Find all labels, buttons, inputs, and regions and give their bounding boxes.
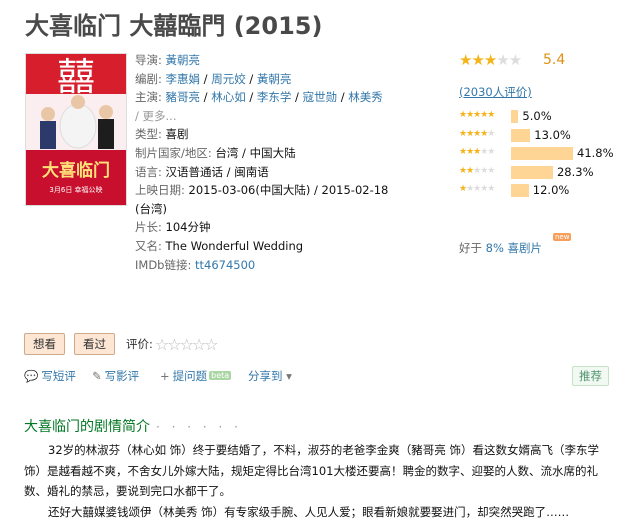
cast-link[interactable]: 豬哥亮 xyxy=(166,90,201,104)
breakdown-bar xyxy=(511,128,531,142)
want-to-watch-button[interactable]: 想看 xyxy=(24,333,65,355)
beta-badge: beta xyxy=(209,371,232,380)
synopsis-paragraph: 还好大囍媒婆钱颂伊（林美秀 饰）有专家级手腕、人见人爱；眼看新娘就要娶进门，却突… xyxy=(48,504,570,519)
language-value: 汉语普通话 / 闽南语 xyxy=(165,164,269,179)
rating-count-link[interactable]: (2030人评价) xyxy=(459,84,532,100)
movie-poster[interactable]: 囍 大喜临门 3月6日 幸福公映 xyxy=(25,53,127,206)
cast-link[interactable]: 林心如 xyxy=(211,90,246,104)
genre-row: 类型: 喜剧 xyxy=(135,127,189,142)
recommend-button[interactable]: 推荐 xyxy=(572,366,609,386)
cast-link[interactable]: 寇世勋 xyxy=(303,90,338,104)
runtime-value: 104分钟 xyxy=(165,220,211,235)
writer-link[interactable]: 黃朝亮 xyxy=(257,72,292,86)
breakdown-stars: ★★★★★ xyxy=(459,165,495,176)
genre-value: 喜剧 xyxy=(165,127,189,142)
rating-breakdown-row: ★★★★★ 41.8% xyxy=(459,145,627,163)
rate-stars-input[interactable]: ☆☆☆☆☆ xyxy=(155,335,219,354)
breakdown-percent: 5.0% xyxy=(522,109,552,123)
director-link[interactable]: 黃朝亮 xyxy=(166,53,201,67)
writer-row: 编剧: 李惠娟 / 周元姣 / 黃朝亮 xyxy=(135,71,292,86)
breakdown-stars: ★★★★★ xyxy=(459,147,495,157)
new-tag: new xyxy=(553,233,572,241)
release-value-cont: (台湾) xyxy=(135,201,167,216)
action-bar: 想看 看过 评价: ☆☆☆☆☆ xyxy=(24,333,219,355)
cast-link[interactable]: 林美秀 xyxy=(348,90,383,104)
cast-more-link[interactable]: / 更多... xyxy=(135,109,177,123)
poster-image: 囍 大喜临门 3月6日 幸福公映 xyxy=(26,54,126,205)
imdb-row: IMDb链接: tt4674500 xyxy=(135,257,256,272)
rating-breakdown-row: ★★★★★ 5.0% xyxy=(459,108,627,126)
release-row: 上映日期: 2015-03-06(中国大陆) / 2015-02-18 xyxy=(135,183,389,198)
aka-row: 又名: The Wonderful Wedding xyxy=(135,238,304,253)
ask-question-link[interactable]: + 提问题 beta xyxy=(160,368,232,384)
writer-link[interactable]: 李惠娟 xyxy=(166,72,201,86)
director-row: 导演: 黃朝亮 xyxy=(135,53,201,67)
breakdown-percent: 12.0% xyxy=(532,183,570,197)
write-short-review-link[interactable]: 💬 写短评 xyxy=(24,368,76,384)
pencil-icon: ✎ xyxy=(92,369,102,383)
rating-score: 5.4 xyxy=(543,52,566,68)
synopsis-text: 32岁的林淑芬（林心如 饰）终于要结婚了，不料，淑芬的老爸李金爽（豬哥亮 饰）看… xyxy=(24,440,614,522)
synopsis-heading: 大喜临门的剧情简介 · · · · · · xyxy=(24,419,242,435)
breakdown-percent: 28.3% xyxy=(556,164,594,179)
release-value: 2015-03-06(中国大陆) / 2015-02-18 xyxy=(188,183,389,198)
watched-button[interactable]: 看过 xyxy=(74,333,115,355)
country-row: 制片国家/地区: 台湾 / 中国大陆 xyxy=(135,145,296,160)
breakdown-bar xyxy=(511,110,519,123)
cast-link[interactable]: 李东学 xyxy=(257,90,292,104)
aka-value: The Wonderful Wedding xyxy=(165,238,304,253)
page-title: 大喜临门 大囍臨門 (2015) xyxy=(25,12,323,40)
comment-icon: 💬 xyxy=(24,369,39,383)
rate-label: 评价: xyxy=(126,337,153,351)
share-link[interactable]: 分享到 ▾ xyxy=(248,368,292,384)
language-row: 语言: 汉语普通话 / 闽南语 xyxy=(135,164,269,179)
breakdown-stars: ★★★★★ xyxy=(459,110,495,120)
svg-text:囍: 囍 xyxy=(57,55,95,99)
synopsis-paragraph: 32岁的林淑芬（林心如 饰）终于要结婚了，不料，淑芬的老爸李金爽（豬哥亮 饰）看… xyxy=(24,443,599,498)
breakdown-percent: 41.8% xyxy=(577,146,614,160)
writer-link[interactable]: 周元姣 xyxy=(211,72,246,86)
runtime-row: 片长: 104分钟 xyxy=(135,220,211,235)
rating-breakdown-row: ★★★★★ 12.0% xyxy=(459,182,627,200)
rating-breakdown-row: ★★★★★ 28.3% xyxy=(459,164,627,182)
country-value: 台湾 / 中国大陆 xyxy=(215,145,296,160)
cast-row: 主演: 豬哥亮 / 林心如 / 李东学 / 寇世勋 / 林美秀 xyxy=(135,90,383,105)
movie-info: 导演: 黃朝亮 编剧: 李惠娟 / 周元姣 / 黃朝亮 主演: 豬哥亮 / 林心… xyxy=(135,51,400,274)
breakdown-percent: 13.0% xyxy=(534,127,571,142)
breakdown-stars: ★★★★★ xyxy=(459,128,495,139)
rating-panel: ★★★★★ 5.4 (2030人评价) ★★★★★ 5.0% ★★★★★ 13.0% ★… xyxy=(459,51,627,255)
imdb-link[interactable]: tt4674500 xyxy=(195,258,255,272)
breakdown-bar xyxy=(511,147,573,160)
svg-text:大喜临门: 大喜临门 xyxy=(42,160,110,181)
breakdown-bar xyxy=(511,184,529,197)
chevron-down-icon: ▾ xyxy=(286,369,292,383)
plus-icon: + xyxy=(160,369,170,383)
svg-text:3月6日 幸福公映: 3月6日 幸福公映 xyxy=(49,185,102,194)
breakdown-bar xyxy=(511,165,553,179)
rating-breakdown-row: ★★★★★ 13.0% xyxy=(459,127,627,145)
breakdown-stars: ★★★★★ xyxy=(459,184,495,194)
better-than: 好于 8% 喜剧片 new xyxy=(459,233,572,255)
better-than-link[interactable]: 8% 喜剧片 xyxy=(486,241,542,255)
write-review-link[interactable]: ✎ 写影评 xyxy=(92,368,139,384)
